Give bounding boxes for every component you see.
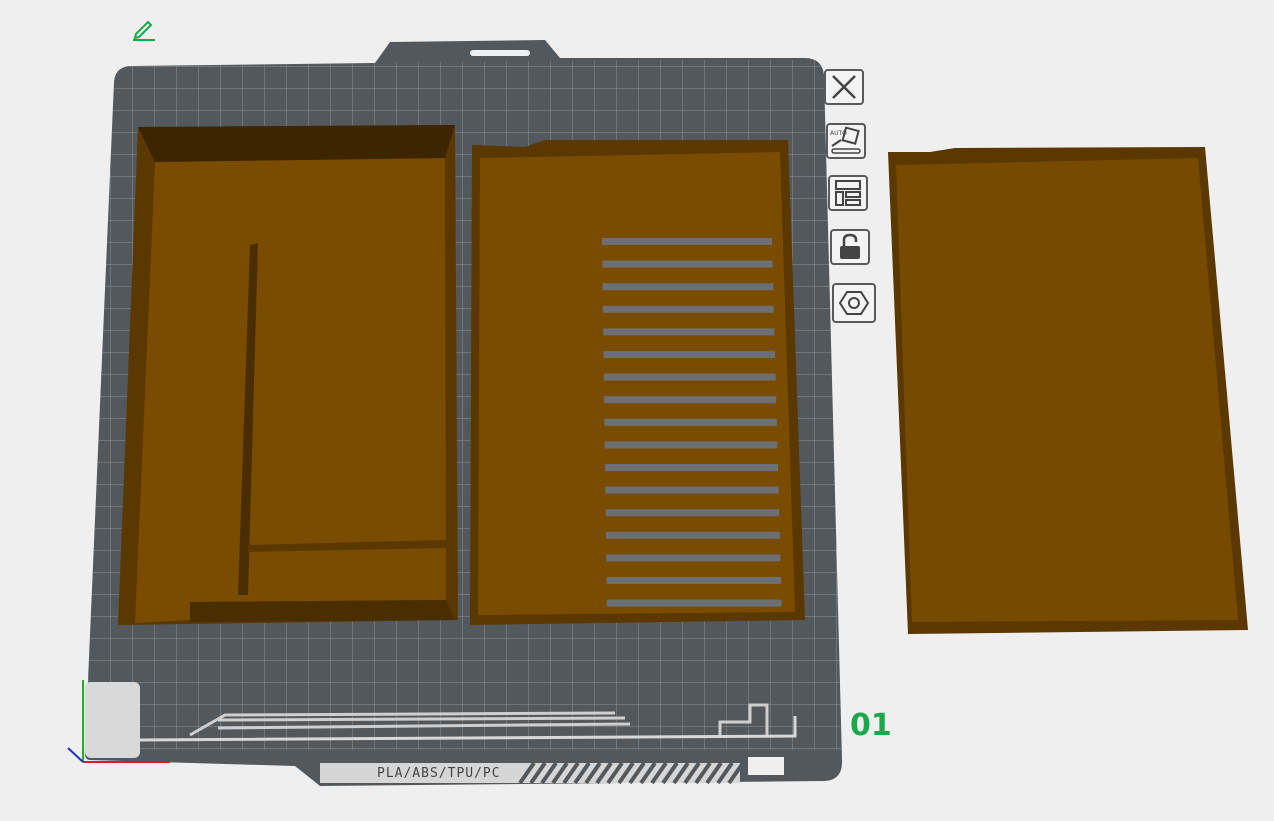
model-box-tray[interactable]: [118, 125, 458, 625]
auto-orient-icon: AUTO: [830, 126, 861, 154]
edit-plate-name-button[interactable]: [130, 14, 158, 42]
vent-slot: [602, 238, 772, 245]
vent-slot: [605, 486, 779, 494]
vent-slot: [602, 283, 774, 291]
vent-slot: [602, 305, 774, 313]
arrange-icon: [835, 180, 861, 206]
model-vented-lid[interactable]: [470, 140, 805, 625]
vent-slot: [604, 396, 777, 404]
close-icon: [832, 75, 856, 99]
vent-slot: [605, 531, 780, 539]
3d-viewport[interactable]: /* stripes drawn below */ B: [0, 0, 1274, 821]
vent-slot: [605, 464, 778, 471]
arrange-button[interactable]: [828, 175, 868, 211]
pencil-icon: [133, 20, 155, 41]
lock-plate-button[interactable]: [830, 229, 870, 265]
plate-number[interactable]: 01: [850, 708, 892, 743]
vent-slot: [606, 554, 781, 562]
vent-slot: [603, 351, 775, 358]
vent-slot: [606, 577, 781, 584]
auto-orient-button[interactable]: AUTO: [826, 123, 866, 159]
vent-slot: [602, 260, 773, 268]
vent-slot: [605, 509, 780, 517]
vent-slot: [606, 599, 782, 607]
vent-slot: [604, 418, 777, 426]
vent-slot: [603, 328, 775, 336]
close-plate-button[interactable]: [824, 69, 864, 105]
unlock-icon: [840, 233, 860, 259]
filament-compatibility-label: PLA/ABS/TPU/PC: [377, 766, 501, 781]
vent-slot: [604, 441, 778, 449]
vent-slot: [603, 373, 776, 381]
model-flat-lid[interactable]: [888, 147, 1248, 634]
plate-settings-button[interactable]: [832, 283, 876, 323]
nut-icon: [838, 291, 870, 315]
